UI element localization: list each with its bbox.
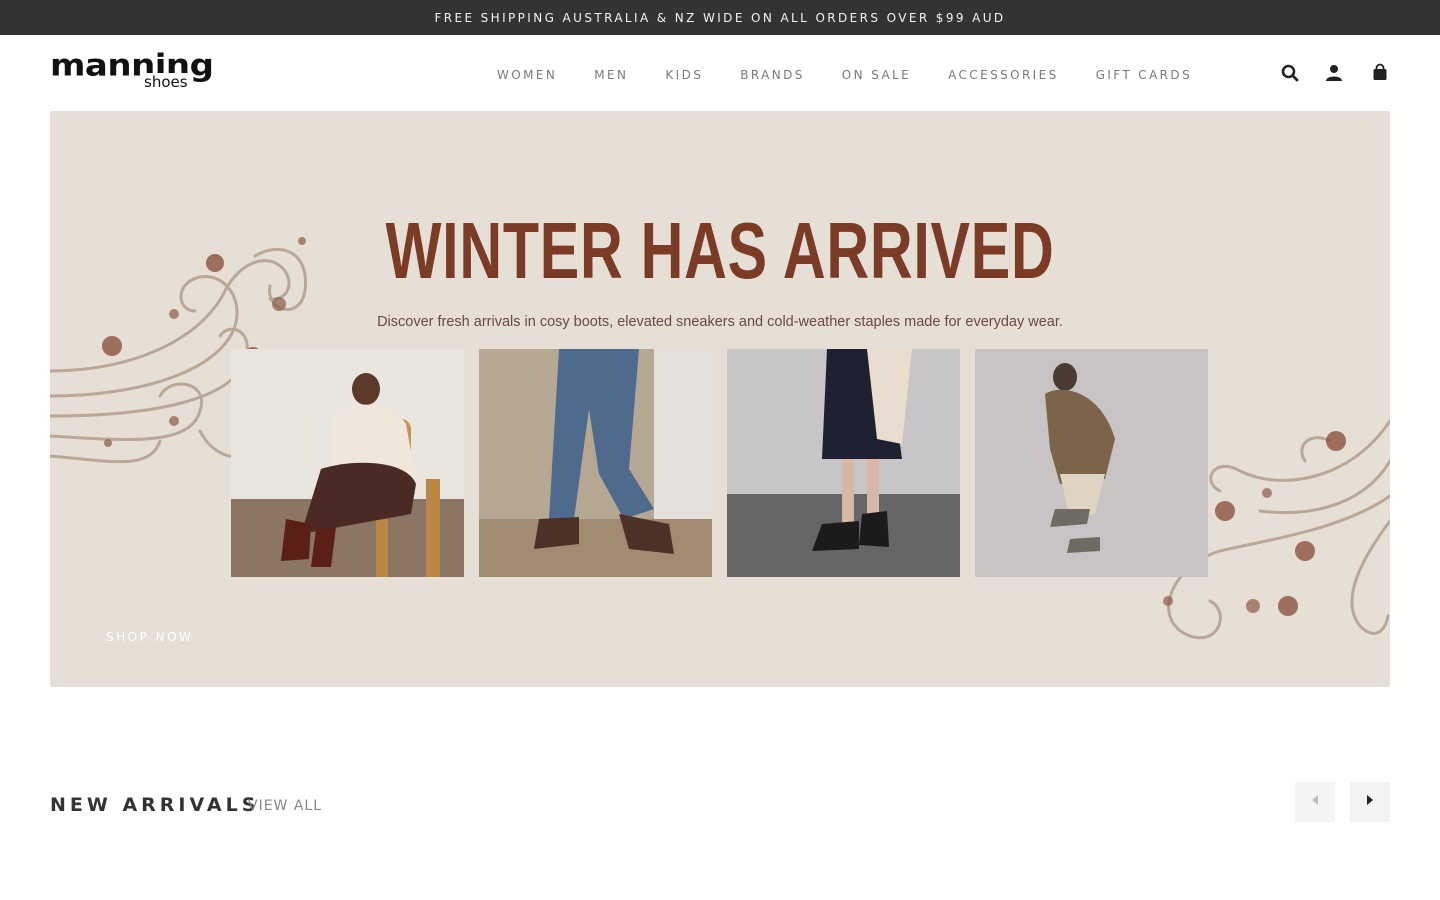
chevron-right-icon xyxy=(1365,793,1375,811)
hero-photo-seated-boots xyxy=(231,349,464,577)
main-nav: WOMEN MEN KIDS BRANDS ON SALE ACCESSORIE… xyxy=(480,66,1229,84)
site-logo[interactable]: manning shoes xyxy=(50,49,230,95)
nav-item-women[interactable]: WOMEN xyxy=(497,66,557,84)
shop-now-button[interactable]: SHOP NOW xyxy=(106,630,193,644)
hero-photo-coat-sneakers xyxy=(975,349,1208,577)
announcement-bar: FREE SHIPPING AUSTRALIA & NZ WIDE ON ALL… xyxy=(0,0,1440,35)
logo-subtitle: shoes xyxy=(142,73,190,91)
nav-item-accessories[interactable]: ACCESSORIES xyxy=(948,66,1059,84)
hero-subtitle: Discover fresh arrivals in cosy boots, e… xyxy=(377,314,1063,330)
carousel-next-button[interactable] xyxy=(1350,782,1390,822)
carousel-prev-button[interactable] xyxy=(1295,782,1335,822)
view-all-link[interactable]: VIEW ALL xyxy=(248,798,322,814)
hero-banner[interactable]: WINTER HAS ARRIVED Discover fresh arriva… xyxy=(50,111,1390,687)
nav-item-brands[interactable]: BRANDS xyxy=(740,66,805,84)
search-icon[interactable] xyxy=(1280,63,1300,83)
account-icon[interactable] xyxy=(1324,63,1344,83)
nav-item-men[interactable]: MEN xyxy=(594,66,628,84)
chevron-left-icon xyxy=(1310,793,1320,811)
nav-item-kids[interactable]: KIDS xyxy=(665,66,703,84)
nav-item-on-sale[interactable]: ON SALE xyxy=(842,66,911,84)
new-arrivals-title: NEW ARRIVALS xyxy=(50,794,260,816)
nav-item-gift-cards[interactable]: GIFT CARDS xyxy=(1096,66,1192,84)
hero-photo-ankle-boots xyxy=(727,349,960,577)
hero-photo-jeans-sneakers xyxy=(479,349,712,577)
announcement-text: FREE SHIPPING AUSTRALIA & NZ WIDE ON ALL… xyxy=(434,10,1006,25)
site-header: manning shoes WOMEN MEN KIDS BRANDS ON S… xyxy=(0,35,1440,111)
cart-icon[interactable] xyxy=(1370,63,1390,83)
hero-title: WINTER HAS ARRIVED xyxy=(385,206,1055,295)
